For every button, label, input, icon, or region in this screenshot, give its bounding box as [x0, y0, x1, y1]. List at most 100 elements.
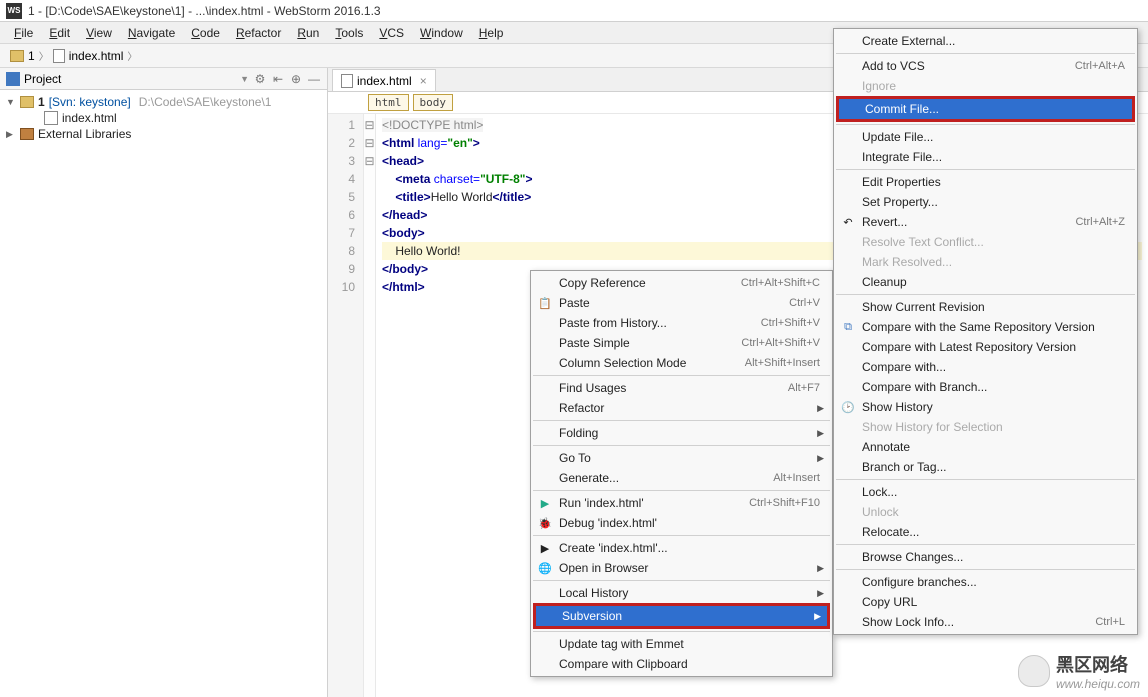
menu-item-label: Update File...	[862, 130, 933, 144]
folder-icon	[10, 50, 24, 62]
menu-item-label: Compare with the Same Repository Version	[862, 320, 1095, 334]
menu-item-create-external[interactable]: Create External...	[836, 31, 1135, 51]
revert-icon: ↶	[840, 214, 856, 230]
menu-item-compare-with-the-same-repository-version[interactable]: ⧉ Compare with the Same Repository Versio…	[836, 317, 1135, 337]
menu-item-label: Mark Resolved...	[862, 255, 952, 269]
window-title: 1 - [D:\Code\SAE\keystone\1] - ...\index…	[28, 4, 381, 18]
menu-item-show-lock-info[interactable]: Show Lock Info...Ctrl+L	[836, 612, 1135, 632]
menu-item-label: Show Current Revision	[862, 300, 985, 314]
menu-item-show-current-revision[interactable]: Show Current Revision	[836, 297, 1135, 317]
menu-item-compare-with-branch[interactable]: Compare with Branch...	[836, 377, 1135, 397]
menu-item-commit-file[interactable]: Commit File...	[836, 96, 1135, 122]
menu-item-label: Unlock	[862, 505, 899, 519]
project-title[interactable]: Project	[24, 72, 236, 86]
bug-icon: 🐞	[537, 515, 553, 531]
editor-context-menu: Copy ReferenceCtrl+Alt+Shift+C📋PasteCtrl…	[530, 270, 833, 677]
tree-root-label: 1	[38, 95, 45, 109]
shortcut-label: Alt+F7	[788, 382, 820, 394]
close-icon[interactable]: ×	[420, 74, 427, 88]
menu-item-column-selection-mode[interactable]: Column Selection ModeAlt+Shift+Insert	[533, 353, 830, 373]
menu-help[interactable]: Help	[471, 24, 512, 42]
menu-item-create-index-html[interactable]: ▶Create 'index.html'...	[533, 538, 830, 558]
project-sidebar: Project ▼ ⚙ ⇤ ⊕ — ▼ 1 [Svn: keystone] D:…	[0, 68, 328, 697]
menu-item-paste-from-history[interactable]: Paste from History...Ctrl+Shift+V	[533, 313, 830, 333]
menu-item-label: Find Usages	[559, 381, 626, 395]
menu-item-find-usages[interactable]: Find Usages Alt+F7	[533, 378, 830, 398]
chevron-right-icon: 〉	[127, 48, 137, 63]
menu-item-subversion[interactable]: Subversion▶	[533, 603, 830, 629]
menu-item-lock[interactable]: Lock...	[836, 482, 1135, 502]
menu-item-generate[interactable]: Generate...Alt+Insert	[533, 468, 830, 488]
menu-view[interactable]: View	[78, 24, 120, 42]
menu-item-label: Lock...	[862, 485, 897, 499]
dropdown-icon[interactable]: ▼	[240, 74, 249, 84]
menu-item-compare-with[interactable]: Compare with...	[836, 357, 1135, 377]
menu-item-paste[interactable]: 📋PasteCtrl+V	[533, 293, 830, 313]
menu-item-edit-properties[interactable]: Edit Properties	[836, 172, 1135, 192]
menu-item-configure-branches[interactable]: Configure branches...	[836, 572, 1135, 592]
menu-item-cleanup[interactable]: Cleanup	[836, 272, 1135, 292]
history-icon: 🕑	[840, 399, 856, 415]
compare-icon: ⧉	[840, 319, 856, 335]
menu-item-compare-with-clipboard[interactable]: Compare with Clipboard	[533, 654, 830, 674]
menu-item-copy-url[interactable]: Copy URL	[836, 592, 1135, 612]
menu-item-go-to[interactable]: Go To▶	[533, 448, 830, 468]
menu-item-debug-index-html[interactable]: 🐞Debug 'index.html'	[533, 513, 830, 533]
menu-item-run-index-html[interactable]: ▶Run 'index.html'Ctrl+Shift+F10	[533, 493, 830, 513]
tree-file-row[interactable]: index.html	[0, 110, 327, 126]
menu-item-update-tag-with-emmet[interactable]: Update tag with Emmet	[533, 634, 830, 654]
breadcrumb-tag[interactable]: body	[413, 94, 454, 111]
menu-item-refactor[interactable]: Refactor▶	[533, 398, 830, 418]
menu-edit[interactable]: Edit	[41, 24, 78, 42]
target-icon[interactable]: ⊕	[289, 72, 303, 86]
menu-item-set-property[interactable]: Set Property...	[836, 192, 1135, 212]
nav-file[interactable]: index.html	[69, 49, 124, 63]
browser-icon: 🌐	[537, 560, 553, 576]
gear-icon[interactable]: ⚙	[253, 72, 267, 86]
menu-item-integrate-file[interactable]: Integrate File...	[836, 147, 1135, 167]
menu-item-label: Cleanup	[862, 275, 907, 289]
menu-item-annotate[interactable]: Annotate	[836, 437, 1135, 457]
menu-item-label: Folding	[559, 426, 598, 440]
menu-item-open-in-browser[interactable]: 🌐Open in Browser▶	[533, 558, 830, 578]
menu-item-browse-changes[interactable]: Browse Changes...	[836, 547, 1135, 567]
menu-item-compare-with-latest-repository-version[interactable]: Compare with Latest Repository Version	[836, 337, 1135, 357]
menu-window[interactable]: Window	[412, 24, 471, 42]
menu-item-branch-or-tag[interactable]: Branch or Tag...	[836, 457, 1135, 477]
menu-tools[interactable]: Tools	[327, 24, 371, 42]
menu-item-label: Show History for Selection	[862, 420, 1003, 434]
collapse-icon[interactable]: ⇤	[271, 72, 285, 86]
watermark-text: 黑区网络	[1056, 651, 1140, 677]
chevron-right-icon: 〉	[39, 48, 49, 63]
menu-item-show-history[interactable]: 🕑Show History	[836, 397, 1135, 417]
shortcut-label: Ctrl+Alt+Z	[1075, 216, 1125, 228]
minimize-icon[interactable]: —	[307, 72, 321, 86]
nav-root[interactable]: 1	[28, 49, 35, 63]
menu-item-paste-simple[interactable]: Paste SimpleCtrl+Alt+Shift+V	[533, 333, 830, 353]
editor-tab[interactable]: index.html ×	[332, 69, 436, 91]
submenu-arrow-icon: ▶	[817, 403, 824, 414]
menu-item-label: Compare with Branch...	[862, 380, 987, 394]
menu-item-revert[interactable]: ↶Revert...Ctrl+Alt+Z	[836, 212, 1135, 232]
menu-run[interactable]: Run	[289, 24, 327, 42]
shortcut-label: Ctrl+Alt+Shift+V	[741, 337, 820, 349]
menu-item-folding[interactable]: Folding▶	[533, 423, 830, 443]
tree-root-row[interactable]: ▼ 1 [Svn: keystone] D:\Code\SAE\keystone…	[0, 94, 327, 110]
breadcrumb-tag[interactable]: html	[368, 94, 409, 111]
menu-navigate[interactable]: Navigate	[120, 24, 183, 42]
expand-toggle-icon[interactable]: ▼	[6, 97, 16, 107]
menu-item-label: Create External...	[862, 34, 955, 48]
tree-external-row[interactable]: ▶ External Libraries	[0, 126, 327, 142]
menu-item-relocate[interactable]: Relocate...	[836, 522, 1135, 542]
menu-code[interactable]: Code	[183, 24, 228, 42]
menu-item-add-to-vcs[interactable]: Add to VCSCtrl+Alt+A	[836, 56, 1135, 76]
menu-item-update-file[interactable]: Update File...	[836, 127, 1135, 147]
menu-item-copy-reference[interactable]: Copy ReferenceCtrl+Alt+Shift+C	[533, 273, 830, 293]
menu-file[interactable]: File	[6, 24, 41, 42]
shortcut-label: Ctrl+V	[789, 297, 820, 309]
menu-item-local-history[interactable]: Local History▶	[533, 583, 830, 603]
menu-vcs[interactable]: VCS	[371, 24, 412, 42]
expand-toggle-icon[interactable]: ▶	[6, 129, 16, 140]
menu-item-show-history-for-selection: Show History for Selection	[836, 417, 1135, 437]
menu-refactor[interactable]: Refactor	[228, 24, 289, 42]
